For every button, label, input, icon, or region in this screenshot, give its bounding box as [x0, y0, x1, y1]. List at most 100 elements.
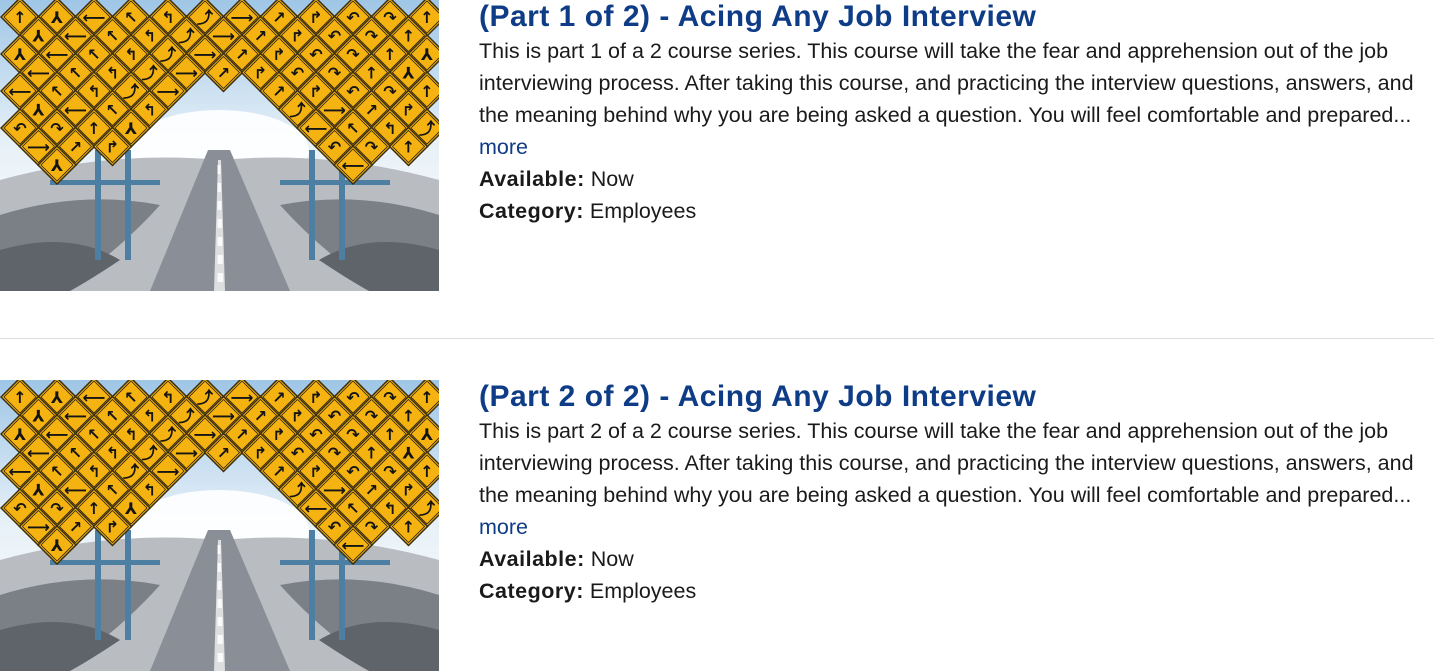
availability-row: Available: Now — [479, 163, 1429, 195]
svg-text:↑: ↑ — [13, 388, 26, 407]
svg-text:↖: ↖ — [87, 425, 100, 444]
svg-text:↗: ↗ — [217, 64, 230, 83]
svg-text:↰: ↰ — [124, 45, 137, 64]
svg-text:⤴: ⤴ — [141, 444, 158, 463]
svg-text:↑: ↑ — [420, 8, 433, 27]
course-divider — [0, 338, 1434, 339]
course-description: This is part 1 of a 2 course series. Thi… — [479, 35, 1429, 163]
svg-text:↶: ↶ — [346, 462, 360, 481]
svg-text:↖: ↖ — [69, 444, 82, 463]
svg-text:⅄: ⅄ — [13, 45, 26, 64]
svg-text:↱: ↱ — [106, 138, 119, 157]
svg-text:⤴: ⤴ — [178, 27, 195, 46]
svg-text:↰: ↰ — [161, 8, 174, 27]
svg-text:↷: ↷ — [383, 388, 397, 407]
svg-text:↷: ↷ — [365, 518, 379, 537]
svg-text:↖: ↖ — [106, 101, 119, 120]
svg-text:⅄: ⅄ — [124, 119, 137, 138]
svg-text:↱: ↱ — [254, 444, 267, 463]
svg-text:↶: ↶ — [328, 27, 342, 46]
svg-text:⤴: ⤴ — [160, 45, 177, 64]
svg-text:↰: ↰ — [161, 388, 174, 407]
svg-text:↶: ↶ — [13, 499, 27, 518]
svg-text:↰: ↰ — [106, 444, 119, 463]
svg-text:↷: ↷ — [383, 462, 397, 481]
category-value: Employees — [589, 579, 697, 603]
svg-text:↑: ↑ — [365, 64, 378, 83]
svg-text:↖: ↖ — [106, 481, 119, 500]
svg-text:↶: ↶ — [291, 64, 305, 83]
svg-text:⟶: ⟶ — [194, 425, 217, 444]
svg-text:↱: ↱ — [272, 425, 285, 444]
svg-text:⟵: ⟵ — [342, 156, 365, 175]
svg-text:⟶: ⟶ — [157, 82, 180, 101]
svg-text:⅄: ⅄ — [50, 388, 63, 407]
svg-text:⤴: ⤴ — [289, 481, 306, 500]
svg-text:↶: ↶ — [328, 518, 342, 537]
svg-text:↶: ↶ — [328, 407, 342, 426]
svg-text:⟶: ⟶ — [323, 481, 346, 500]
svg-text:↑: ↑ — [420, 462, 433, 481]
svg-text:↶: ↶ — [291, 444, 305, 463]
svg-text:↷: ↷ — [50, 119, 64, 138]
svg-text:↗: ↗ — [69, 138, 82, 157]
svg-text:↷: ↷ — [383, 8, 397, 27]
svg-text:↗: ↗ — [235, 425, 248, 444]
course-title-link[interactable]: (Part 2 of 2) - Acing Any Job Interview — [479, 380, 1429, 414]
svg-text:↰: ↰ — [124, 425, 137, 444]
course-thumbnail[interactable]: ↑ ⅄ ⟵ ↖ ↰ ⤴ ⟶ ↗ ↱ ↶ ↷ ↑ ⅄ ⟵ ↖ ↰ ⤴ ⟶ ↗ ↱ ↶ ↷ ↑ ⅄ ⟵ ↖ ↰ ⤴ ⟶ ↗ ↱ ↶ ↷ ↑ ⅄ ⟵ ↖ ↰ ⤴ ⟶… — [0, 380, 439, 671]
svg-text:⤴: ⤴ — [197, 8, 214, 27]
svg-text:↖: ↖ — [346, 119, 359, 138]
svg-text:⟵: ⟵ — [27, 444, 50, 463]
svg-text:⅄: ⅄ — [420, 45, 433, 64]
svg-text:↑: ↑ — [402, 27, 415, 46]
more-link[interactable]: more — [479, 515, 528, 539]
svg-text:↑: ↑ — [383, 45, 396, 64]
svg-text:↷: ↷ — [328, 444, 342, 463]
svg-text:↱: ↱ — [402, 481, 415, 500]
svg-text:⤴: ⤴ — [419, 499, 436, 518]
svg-text:⟶: ⟶ — [27, 138, 50, 157]
category-row: Category: Employees — [479, 195, 1429, 227]
svg-text:↶: ↶ — [309, 425, 323, 444]
svg-text:⅄: ⅄ — [420, 425, 433, 444]
svg-text:↱: ↱ — [309, 8, 322, 27]
svg-text:↑: ↑ — [87, 499, 100, 518]
svg-text:⅄: ⅄ — [124, 499, 137, 518]
svg-text:↱: ↱ — [106, 518, 119, 537]
svg-text:↑: ↑ — [13, 8, 26, 27]
svg-text:↰: ↰ — [143, 407, 156, 426]
svg-text:⤴: ⤴ — [160, 425, 177, 444]
svg-text:⟵: ⟵ — [46, 45, 69, 64]
svg-text:↰: ↰ — [106, 64, 119, 83]
svg-text:⅄: ⅄ — [50, 536, 63, 555]
svg-text:⟶: ⟶ — [157, 462, 180, 481]
svg-text:⟵: ⟵ — [9, 82, 32, 101]
course-title-link[interactable]: (Part 1 of 2) - Acing Any Job Interview — [479, 0, 1429, 34]
course-description-text: This is part 2 of a 2 course series. Thi… — [479, 419, 1414, 507]
svg-text:⟵: ⟵ — [64, 407, 87, 426]
svg-text:⟶: ⟶ — [194, 45, 217, 64]
svg-text:⤴: ⤴ — [289, 101, 306, 120]
svg-text:⟵: ⟵ — [64, 27, 87, 46]
svg-text:⅄: ⅄ — [31, 27, 44, 46]
svg-text:⟶: ⟶ — [231, 388, 254, 407]
svg-text:↗: ↗ — [254, 407, 267, 426]
svg-text:⅄: ⅄ — [31, 407, 44, 426]
svg-text:⤴: ⤴ — [141, 64, 158, 83]
category-row: Category: Employees — [479, 575, 1429, 607]
svg-text:↖: ↖ — [50, 82, 63, 101]
svg-text:↑: ↑ — [365, 444, 378, 463]
course-description-text: This is part 1 of a 2 course series. Thi… — [479, 39, 1414, 127]
svg-text:⤴: ⤴ — [123, 462, 140, 481]
svg-text:↱: ↱ — [291, 27, 304, 46]
svg-text:⤴: ⤴ — [197, 388, 214, 407]
svg-text:↶: ↶ — [346, 82, 360, 101]
road-signs-image: ↑ ⅄ ⟵ ↖ ↰ ⤴ ⟶ ↗ ↱ ↶ ↷ ↑⅄ ⟵ ↖ ↰ ⤴ ⟶ ↗ ↱ ↶ ↷ ↑⅄ ⟵ ↖ ↰ ⤴ ⟶ ↗ ↱ ↶ ↷ ↑ ⅄⟵ ↖ ↰ ⤴ ⟶… — [0, 380, 439, 671]
svg-text:↗: ↗ — [272, 388, 285, 407]
more-link[interactable]: more — [479, 135, 528, 159]
svg-text:↶: ↶ — [346, 388, 360, 407]
svg-text:⟵: ⟵ — [9, 462, 32, 481]
course-thumbnail[interactable]: ↑ ⅄ ⟵ ↖ ↰ ⤴ ⟶ ↗ ↱ ↶ ↷ ↑ ⅄ ⟵ ↖ ↰ ⤴ ⟶ ↗ ↱ ↶ ↷ ↑ ⅄ ⟵ ↖ ↰ ⤴ ⟶ ↗ ↱ ↶ ↷ ↑ ⅄ ⟵ ↖ ↰ ⤴ ⟶… — [0, 0, 439, 291]
svg-text:↷: ↷ — [365, 407, 379, 426]
